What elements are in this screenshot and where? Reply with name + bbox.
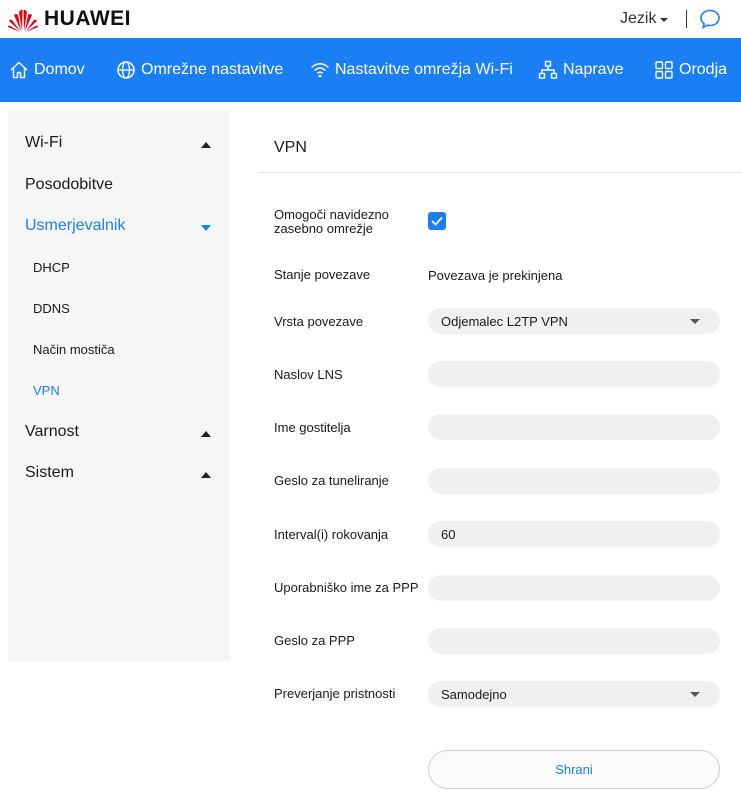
save-button[interactable]: Shrani (428, 750, 720, 789)
tools-grid-icon (655, 61, 673, 79)
sidebar: Wi-Fi Posodobitve Usmerjevalnik DHCP DDN… (8, 110, 230, 661)
enable-vpn-label: Omogoči navidezno zasebno omrežje (274, 207, 389, 236)
wifi-icon (311, 63, 329, 78)
chevron-up-icon[interactable] (201, 472, 211, 478)
nav-label: Nastavitve omrežja Wi-Fi (335, 61, 513, 78)
main-nav: Domov Omrežne nastavitve Nastavitve omre… (0, 38, 741, 102)
sidebar-item-label: VPN (33, 383, 60, 398)
handshake-interval-label: Interval(i) rokovanja (274, 527, 389, 542)
nav-label: Domov (34, 61, 85, 78)
brand-name: HUAWEI (44, 7, 131, 30)
sidebar-item-label: Usmerjevalnik (25, 217, 126, 234)
sidebar-item-label: DHCP (33, 260, 70, 275)
network-devices-icon (538, 60, 558, 79)
language-selector[interactable]: Jezik (620, 10, 669, 28)
title-divider (258, 172, 741, 173)
sidebar-item-label: Wi-Fi (25, 134, 63, 151)
nav-item-orodja[interactable]: Orodja (654, 38, 727, 102)
handshake-interval-input[interactable] (428, 521, 720, 547)
sidebar-item-dhcp[interactable]: DHCP (33, 260, 70, 275)
home-icon (10, 61, 28, 79)
chevron-up-icon[interactable] (201, 431, 211, 437)
sidebar-item-label: Posodobitve (25, 176, 114, 193)
authentication-select[interactable]: Samodejno (428, 681, 720, 707)
connection-type-value: Odjemalec L2TP VPN (441, 313, 568, 329)
language-label: Jezik (620, 10, 657, 27)
nav-label: Naprave (563, 61, 624, 78)
sidebar-item-label: Varnost (25, 423, 79, 440)
sidebar-item-label: Sistem (25, 464, 74, 481)
ppp-password-input[interactable] (428, 628, 720, 654)
chevron-down-icon (660, 18, 669, 22)
huawei-logo[interactable]: HUAWEI (6, 6, 131, 32)
lns-address-label: Naslov LNS (274, 367, 343, 382)
host-name-input[interactable] (428, 414, 720, 440)
authentication-label: Preverjanje pristnosti (274, 686, 396, 701)
host-name-label: Ime gostitelja (274, 420, 351, 435)
nav-label: Orodja (679, 61, 728, 78)
sidebar-item-ddns[interactable]: DDNS (33, 301, 70, 316)
nav-item-omrezne-nastavitve[interactable]: Omrežne nastavitve (116, 38, 283, 102)
connection-status-value: Povezava je prekinjena (428, 268, 563, 283)
sidebar-item-label: DDNS (33, 301, 70, 316)
sidebar-item-wifi[interactable]: Wi-Fi (25, 134, 62, 152)
lns-address-input[interactable] (428, 361, 720, 387)
chat-bubble-icon[interactable] (699, 8, 721, 35)
enable-vpn-checkbox[interactable] (428, 212, 446, 230)
header-divider (686, 10, 687, 28)
globe-icon (117, 61, 135, 79)
checkmark-icon (431, 216, 443, 226)
ppp-username-input[interactable] (428, 575, 720, 601)
ppp-username-label: Uporabniško ime za PPP (274, 580, 419, 595)
nav-item-domov[interactable]: Domov (9, 38, 85, 102)
nav-label: Omrežne nastavitve (141, 61, 284, 78)
sidebar-item-vpn[interactable]: VPN (33, 383, 60, 398)
page-title: VPN (274, 139, 307, 156)
tunnel-password-input[interactable] (428, 468, 720, 494)
sidebar-item-usmerjevalnik[interactable]: Usmerjevalnik (25, 217, 125, 235)
chevron-down-icon[interactable] (201, 225, 211, 231)
connection-type-label: Vrsta povezave (274, 314, 364, 329)
ppp-password-label: Geslo za PPP (274, 633, 355, 648)
sidebar-item-posodobitve[interactable]: Posodobitve (25, 176, 113, 194)
sidebar-item-sistem[interactable]: Sistem (25, 464, 74, 482)
nav-item-naprave[interactable]: Naprave (538, 38, 623, 102)
tunnel-password-label: Geslo za tuneliranje (274, 473, 389, 488)
dropdown-arrow-icon (690, 692, 700, 697)
sidebar-item-varnost[interactable]: Varnost (25, 423, 79, 441)
connection-type-select[interactable]: Odjemalec L2TP VPN (428, 308, 720, 334)
sidebar-item-nacin-mostica[interactable]: Način mostiča (33, 342, 115, 357)
connection-status-label: Stanje povezave (274, 267, 371, 282)
huawei-logo-icon (8, 9, 38, 32)
dropdown-arrow-icon (690, 319, 700, 324)
chevron-up-icon[interactable] (201, 142, 211, 148)
brand-bar: HUAWEI Jezik (0, 0, 741, 38)
sidebar-item-label: Način mostiča (33, 342, 115, 357)
nav-item-nastavitve-wifi[interactable]: Nastavitve omrežja Wi-Fi (310, 38, 513, 102)
authentication-value: Samodejno (441, 686, 507, 702)
